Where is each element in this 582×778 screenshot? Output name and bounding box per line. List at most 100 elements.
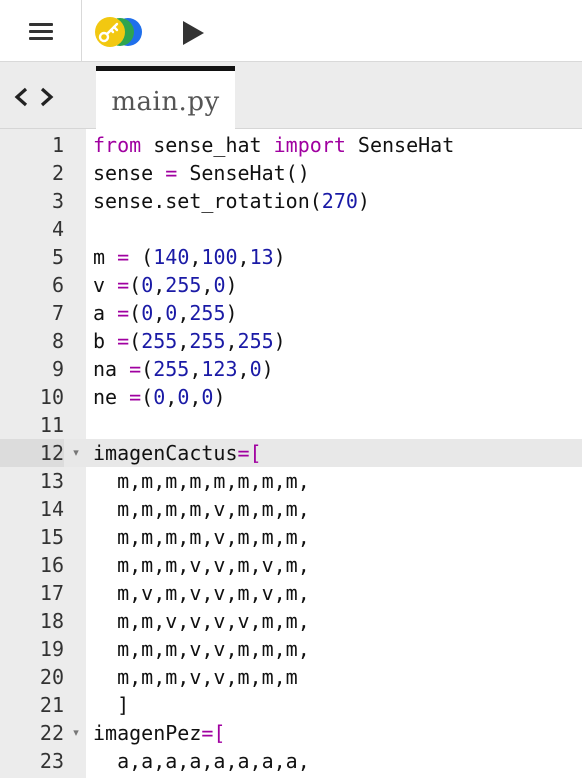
code-line[interactable]: 19 m,m,m,v,v,m,m,m,	[0, 635, 582, 663]
run-button[interactable]	[178, 18, 208, 48]
line-number: 8	[51, 329, 64, 353]
line-number: 22	[39, 721, 64, 745]
line-number: 21	[39, 693, 64, 717]
code-token: 0	[141, 301, 154, 325]
line-number: 19	[39, 637, 64, 661]
code-token: SenseHat()	[177, 161, 310, 185]
code-line[interactable]: 16 m,m,m,v,v,m,v,m,	[0, 551, 582, 579]
code-line[interactable]: 14 m,m,m,m,v,m,m,m,	[0, 495, 582, 523]
nav-forward-button[interactable]	[34, 82, 60, 112]
code-text: m,m,m,v,v,m,v,m,	[93, 551, 310, 579]
key-logo-icon[interactable]	[90, 14, 148, 50]
code-token: 255	[189, 301, 226, 325]
code-token: import	[273, 133, 346, 157]
code-token: ,	[189, 357, 202, 381]
code-token: (	[129, 329, 142, 353]
code-text: imagenPez=[	[93, 719, 225, 747]
code-token: (	[129, 273, 142, 297]
code-line[interactable]: 1 from sense_hat import SenseHat	[0, 131, 582, 159]
code-line[interactable]: 12 ▾ imagenCactus=[	[0, 439, 582, 467]
code-token: b	[93, 329, 118, 353]
code-token: =	[117, 301, 130, 325]
code-text: v =(0,255,0)	[93, 271, 238, 299]
code-line[interactable]: 18 m,m,v,v,v,v,m,m,	[0, 607, 582, 635]
line-number: 17	[39, 581, 64, 605]
line-number: 2	[51, 161, 64, 185]
code-token: )	[273, 245, 286, 269]
code-line[interactable]: 17 m,v,m,v,v,m,v,m,	[0, 579, 582, 607]
code-token: 0	[213, 273, 226, 297]
code-line[interactable]: 20 m,m,m,v,v,m,m,m	[0, 663, 582, 691]
code-token: 255	[153, 357, 190, 381]
code-token: m,m,m,v,v,m,m,m,	[93, 637, 310, 661]
code-editor[interactable]: 1 from sense_hat import SenseHat 2 sense = …	[0, 129, 582, 778]
code-text: m,m,v,v,v,v,m,m,	[93, 607, 310, 635]
line-number: 16	[39, 553, 64, 577]
line-number: 23	[39, 749, 64, 773]
code-token: (	[129, 245, 154, 269]
code-token: 255	[141, 329, 178, 353]
line-number: 12	[0, 439, 64, 467]
nav-back-button[interactable]	[8, 82, 34, 112]
fold-arrow-icon[interactable]: ▾	[70, 719, 82, 747]
code-line[interactable]: 11	[0, 411, 582, 439]
code-line[interactable]: 23 a,a,a,a,a,a,a,a,	[0, 747, 582, 775]
code-text: sense = SenseHat()	[93, 159, 310, 187]
code-text: ne =(0,0,0)	[93, 383, 226, 411]
code-token: =	[129, 385, 142, 409]
code-token: ,	[225, 329, 238, 353]
menu-button[interactable]	[0, 0, 82, 62]
code-token: 0	[177, 385, 190, 409]
code-token: sense	[93, 161, 166, 185]
code-text: sense.set_rotation(270)	[93, 187, 370, 215]
code-token: a	[93, 301, 118, 325]
code-token: =	[201, 721, 214, 745]
code-line[interactable]: 5m = (140,100,13)	[0, 243, 582, 271]
code-line[interactable]: 6v =(0,255,0)	[0, 271, 582, 299]
code-line[interactable]: 2 sense = SenseHat()	[0, 159, 582, 187]
code-token: 0	[201, 385, 214, 409]
line-number: 14	[39, 497, 64, 521]
code-token: 13	[249, 245, 274, 269]
code-token: )	[225, 273, 238, 297]
code-line[interactable]: 4	[0, 215, 582, 243]
code-token: ]	[93, 693, 130, 717]
code-token: m	[93, 245, 118, 269]
hamburger-menu-icon	[28, 19, 53, 44]
line-number: 10	[39, 385, 64, 409]
code-token: )	[225, 301, 238, 325]
code-text: ]	[93, 691, 129, 719]
code-line[interactable]: 3 sense.set_rotation(270)	[0, 187, 582, 215]
code-line[interactable]: 22 ▾ imagenPez=[	[0, 719, 582, 747]
line-number: 4	[51, 217, 64, 241]
code-token: 0	[249, 357, 262, 381]
code-token: ,	[165, 385, 178, 409]
code-token: ,	[177, 329, 190, 353]
line-number: 13	[39, 469, 64, 493]
code-token: =	[237, 441, 250, 465]
code-line[interactable]: 13 m,m,m,m,m,m,m,m,	[0, 467, 582, 495]
code-token: 0	[165, 301, 178, 325]
code-token: )	[357, 189, 370, 213]
code-token: )	[213, 385, 226, 409]
code-line[interactable]: 21 ]	[0, 691, 582, 719]
code-line[interactable]: 9 na =(255,123,0)	[0, 355, 582, 383]
tab-main-py[interactable]: main.py	[96, 66, 235, 129]
code-token: sense_hat	[141, 133, 274, 157]
code-token: (	[141, 385, 154, 409]
code-token: 255	[189, 329, 226, 353]
fold-arrow-icon[interactable]: ▾	[70, 439, 82, 467]
app-window: main.py 1 from sense_hat import SenseHat 2…	[0, 0, 582, 778]
code-line[interactable]: 7a =(0,0,255)	[0, 299, 582, 327]
code-line[interactable]: 8b =(255,255,255)	[0, 327, 582, 355]
code-line[interactable]: 10 ne =(0,0,0)	[0, 383, 582, 411]
code-token: (	[129, 301, 142, 325]
code-token: ,	[189, 245, 202, 269]
code-line[interactable]: 15 m,m,m,m,v,m,m,m,	[0, 523, 582, 551]
code-token: v	[93, 273, 118, 297]
code-token: ne	[93, 385, 130, 409]
code-token: ,	[153, 273, 166, 297]
code-token: ,	[237, 357, 250, 381]
chevron-right-icon	[40, 87, 54, 107]
code-token: [	[249, 441, 262, 465]
